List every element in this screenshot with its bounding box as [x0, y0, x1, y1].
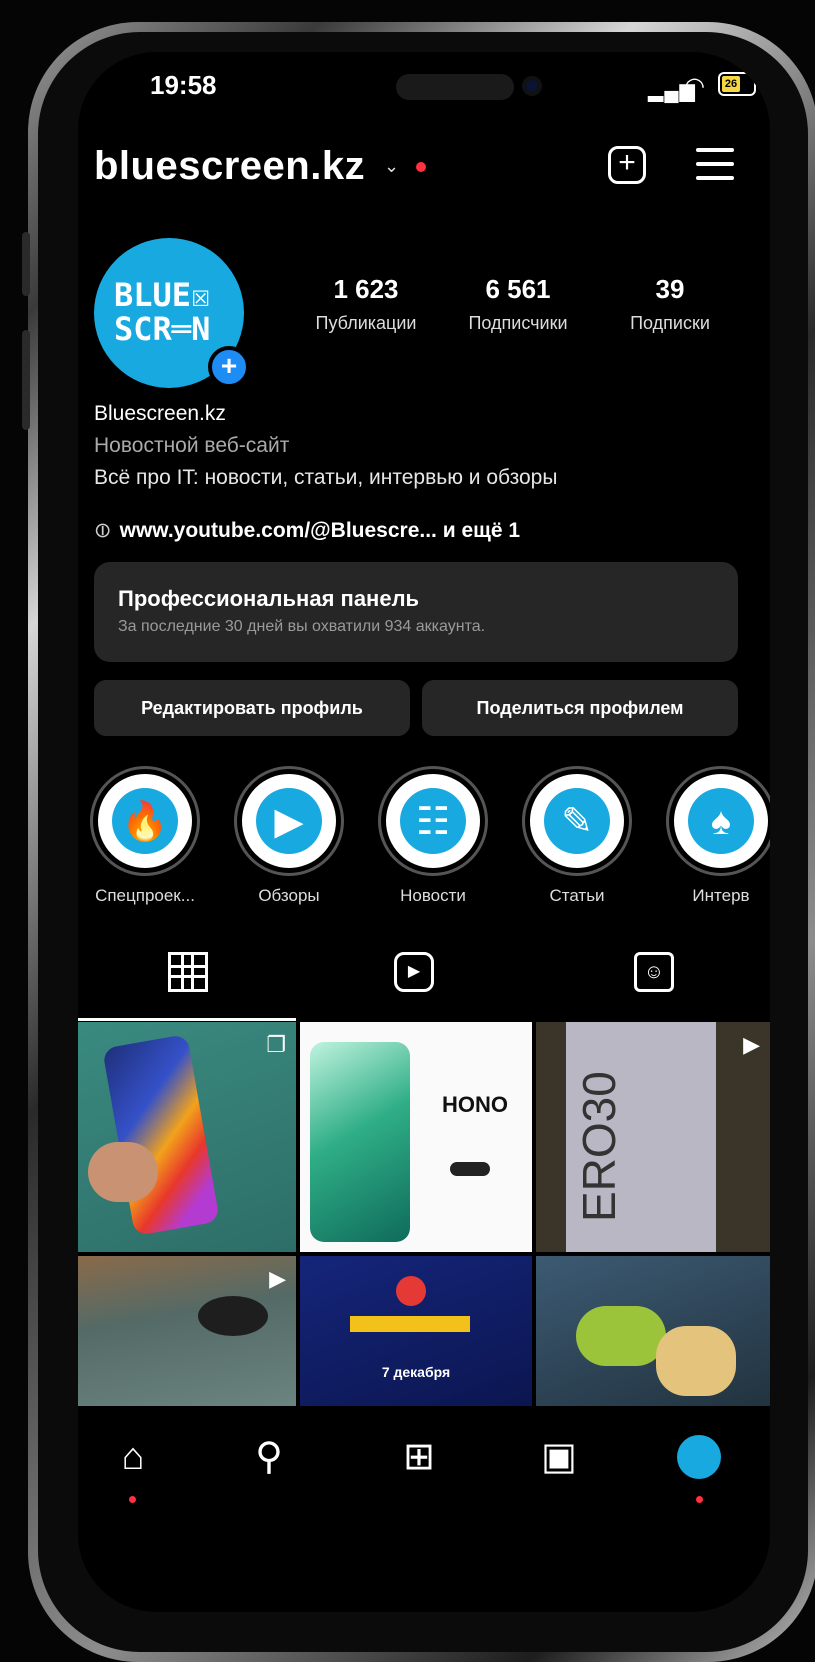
stat-followers-value: 6 561	[485, 274, 551, 304]
highlight-label: Спецпроек...	[95, 886, 195, 905]
reels-icon: ▶	[743, 1032, 760, 1057]
dynamic-island	[396, 74, 514, 100]
event-logo-image	[396, 1276, 426, 1306]
side-button-silent	[22, 232, 30, 296]
stat-posts-value: 1 623	[333, 274, 399, 304]
microphone-icon: ♠	[688, 788, 754, 854]
tagged-icon[interactable]: ☺	[634, 952, 674, 992]
search-icon[interactable]: ⚲	[244, 1432, 294, 1482]
highlight-label: Интерв	[692, 886, 750, 905]
create-post-button[interactable]: +	[608, 146, 646, 184]
video-camera-icon: ▶	[256, 788, 322, 854]
newspaper-icon: ☷	[400, 788, 466, 854]
avatar	[677, 1435, 721, 1479]
menu-button[interactable]	[696, 148, 734, 180]
post-thumbnail[interactable]: ERO30 ▶	[536, 1022, 770, 1252]
honor-phone-image	[310, 1042, 410, 1242]
wifi-icon: ◠	[684, 73, 705, 100]
home-icon[interactable]: ⌂	[108, 1432, 158, 1482]
side-button-volume	[22, 330, 30, 430]
carousel-icon: ❐	[266, 1032, 286, 1057]
stat-posts[interactable]: 1 623 Публикации	[304, 274, 428, 334]
notification-dot	[416, 162, 426, 172]
post-thumbnail[interactable]: ❐	[78, 1022, 296, 1252]
post-title: HONO	[442, 1092, 508, 1117]
highlight-articles[interactable]: ✎ Статьи	[516, 766, 638, 906]
chevron-down-icon[interactable]: ⌄	[384, 156, 399, 177]
highlight-interviews[interactable]: ♠ Интерв	[660, 766, 770, 906]
avatar-logo: BLUE☒ SCR═N	[114, 276, 211, 348]
robot-vacuum-image	[198, 1296, 268, 1336]
stat-following-value: 39	[655, 274, 685, 304]
share-profile-button[interactable]: Поделиться профилем	[422, 680, 738, 736]
highlight-news[interactable]: ☷ Новости	[372, 766, 494, 906]
hand-image	[88, 1142, 158, 1202]
profile-link-text: www.youtube.com/@Bluescre... и ещё 1	[119, 519, 521, 542]
profile-link[interactable]: ⊘ www.youtube.com/@Bluescre... и ещё 1	[88, 516, 521, 545]
profile-username[interactable]: bluescreen.kz	[94, 144, 365, 189]
smartphone-image	[102, 1033, 220, 1237]
reels-icon: ▶	[269, 1266, 286, 1291]
create-icon[interactable]: ⊞	[394, 1432, 444, 1482]
post-thumbnail[interactable]: 7 декабря	[300, 1256, 532, 1406]
grid-icon[interactable]	[168, 952, 208, 992]
link-icon: ⊘	[88, 516, 118, 545]
pencil-icon: ✎	[544, 788, 610, 854]
bottom-navigation: ⌂ ⚲ ⊞ ▣	[78, 1410, 770, 1550]
profile-category: Новостной веб-сайт	[94, 434, 290, 457]
notification-dot	[696, 1496, 703, 1503]
stat-followers[interactable]: 6 561 Подписчики	[456, 274, 580, 334]
status-time: 19:58	[150, 70, 217, 100]
highlight-special-projects[interactable]: 🔥 Спецпроек...	[84, 766, 206, 906]
post-thumbnail[interactable]	[536, 1256, 770, 1406]
pro-panel-title: Профессиональная панель	[118, 586, 420, 611]
battery-icon: 26	[718, 72, 756, 96]
highlight-label: Новости	[400, 886, 466, 905]
reels-icon[interactable]: ▶	[394, 952, 434, 992]
bean-bag-image	[576, 1306, 666, 1366]
post-thumbnail[interactable]: HONO	[300, 1022, 532, 1252]
edit-profile-button[interactable]: Редактировать профиль	[94, 680, 410, 736]
stat-posts-label: Публикации	[315, 313, 417, 333]
fire-icon: 🔥	[112, 788, 178, 854]
event-banner-image	[350, 1316, 470, 1332]
stat-following[interactable]: 39 Подписки	[608, 274, 732, 334]
add-story-button[interactable]: +	[208, 346, 250, 388]
notification-dot	[129, 1496, 136, 1503]
post-title: ERO30	[573, 1071, 625, 1222]
highlight-reviews[interactable]: ▶ Обзоры	[228, 766, 350, 906]
stat-followers-label: Подписчики	[468, 313, 568, 333]
reels-icon[interactable]: ▣	[534, 1432, 584, 1482]
pro-panel-subtitle: За последние 30 дней вы охватили 934 акк…	[118, 618, 486, 635]
highlight-label: Обзоры	[258, 886, 320, 905]
highlight-label: Статьи	[549, 886, 605, 905]
stat-following-label: Подписки	[630, 313, 710, 333]
profile-tab[interactable]	[674, 1432, 724, 1482]
profile-description: Всё про IT: новости, статьи, интервью и …	[94, 466, 558, 489]
front-camera	[522, 76, 542, 96]
status-bar: 19:58 ▂▄▆ ◠ 26	[78, 52, 770, 122]
post-thumbnail[interactable]: ▶	[78, 1256, 296, 1406]
profile-display-name: Bluescreen.kz	[94, 402, 226, 425]
people-image	[656, 1326, 736, 1396]
app-screen: 19:58 ▂▄▆ ◠ 26 bluescreen.kz ⌄ + BLUE☒ SC…	[78, 52, 770, 1612]
post-title: 7 декабря	[381, 1364, 451, 1380]
post-badge-graphic	[450, 1162, 490, 1176]
professional-dashboard[interactable]: Профессиональная панель За последние 30 …	[94, 562, 738, 662]
active-tab-indicator	[78, 1018, 296, 1021]
